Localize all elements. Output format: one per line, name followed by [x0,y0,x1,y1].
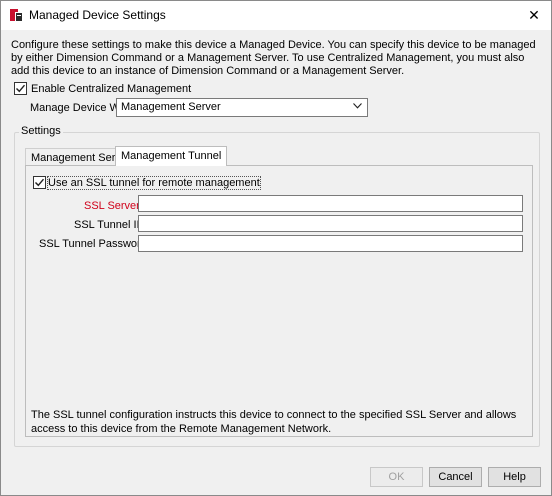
window-title: Managed Device Settings [29,8,166,22]
ssl-tunnel-checkbox[interactable] [33,176,46,189]
ssl-tunnel-id-input[interactable] [138,215,523,232]
intro-text: Configure these settings to make this de… [11,39,536,77]
ssl-tunnel-password-input[interactable] [138,235,523,252]
tab-label: Management Tunnel [121,150,222,162]
manage-with-value: Management Server [121,101,221,113]
close-button[interactable]: ✕ [517,1,551,30]
ssl-tunnel-footnote: The SSL tunnel configuration instructs t… [31,409,517,435]
ssl-server-label: SSL Server: [84,200,143,212]
enable-centralized-checkbox[interactable] [14,82,27,95]
ssl-server-input[interactable] [138,195,523,212]
app-icon [9,8,23,22]
title-bar: Managed Device Settings ✕ [1,1,551,30]
ok-button-label: OK [388,471,405,483]
tab-management-tunnel[interactable]: Management Tunnel [115,146,228,166]
dialog-window: Managed Device Settings ✕ Configure thes… [0,0,552,496]
enable-centralized-label: Enable Centralized Management [31,83,192,95]
checkmark-icon [16,84,26,93]
checkmark-icon [35,178,45,187]
chevron-down-icon [353,103,362,109]
cancel-button[interactable]: Cancel [429,467,482,487]
ssl-tunnel-id-label: SSL Tunnel ID: [74,219,148,231]
settings-group-label: Settings [19,125,63,137]
help-button-label: Help [503,471,526,483]
manage-with-select[interactable]: Management Server [116,98,368,117]
cancel-button-label: Cancel [438,471,473,483]
help-button[interactable]: Help [488,467,541,487]
ssl-tunnel-password-label: SSL Tunnel Password: [39,238,150,250]
close-icon: ✕ [528,7,540,23]
ok-button[interactable]: OK [370,467,423,487]
ssl-tunnel-label: Use an SSL tunnel for remote management [47,176,261,190]
